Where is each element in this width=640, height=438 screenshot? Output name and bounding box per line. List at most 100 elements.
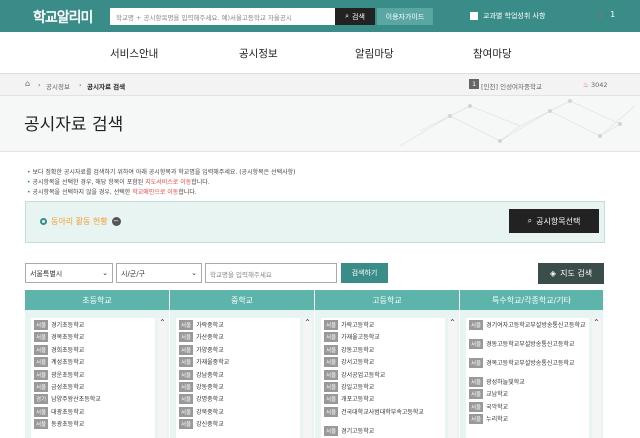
network-decoration <box>399 99 636 147</box>
page-header: 공시자료 검색 <box>0 96 640 152</box>
region-badge: 서울 <box>179 419 194 430</box>
region-badge: 서울 <box>324 332 339 343</box>
chevron-down-icon: ⌄ <box>102 269 108 277</box>
region-badge: 서울 <box>324 369 339 380</box>
school-list-item[interactable]: 서울 강서공업고등학교 <box>324 369 442 382</box>
school-name: 강서공업고등학교 <box>341 371 386 379</box>
remove-icon[interactable]: − <box>111 217 121 226</box>
school-tag: 1 <box>469 79 480 89</box>
region-badge: 서울 <box>469 320 484 330</box>
nav-notice[interactable]: 알림마당 <box>355 46 394 61</box>
home-icon[interactable]: ⌂ <box>25 79 30 88</box>
region-badge: 서울 <box>34 419 49 430</box>
nav-participate[interactable]: 참여마당 <box>473 46 512 61</box>
user-guide-button[interactable]: 이용자가이드 <box>377 8 433 25</box>
district-select[interactable]: 시/군/구 ⌄ <box>116 263 202 283</box>
radio-icon <box>40 218 47 225</box>
map-icon: ◈ <box>549 269 557 278</box>
school-list-item[interactable]: 서울 가재울중학교 <box>179 357 297 369</box>
search-icon: ⌕ <box>345 12 350 20</box>
school-list-item[interactable]: 서울 경동고등학교부설방송통신고등학교 <box>469 339 586 358</box>
school-name: 경기고등학교 <box>341 427 375 435</box>
region-badge: 서울 <box>469 358 484 368</box>
region-badge: 서울 <box>34 369 49 380</box>
select-item-button[interactable]: ⌕ 공시항목선택 <box>509 209 599 233</box>
school-list-item[interactable]: 서울 가락고등학교 <box>324 320 442 332</box>
school-list-item[interactable]: 서울 동광초등학교 <box>34 419 152 431</box>
school-list-item[interactable]: 서울 가락중학교 <box>179 320 297 332</box>
school-list-item[interactable]: 서울 강동중학교 <box>179 381 297 394</box>
search-submit-button[interactable]: 검색하기 <box>341 263 388 283</box>
school-list-item[interactable]: 서울 가산중학교 <box>179 332 297 344</box>
scrollbar[interactable]: ⌃ <box>592 318 601 438</box>
school-list-item[interactable]: 서울 강남중학교 <box>179 369 297 382</box>
region-badge: 서울 <box>179 344 194 355</box>
breadcrumb: ⌂ › 공시정보 › 공시자료 검색 1 [인천] 인성여자중학교 ♨ 3042 <box>0 74 640 96</box>
region-badge: 서울 <box>179 394 194 405</box>
school-name: 금성초등학교 <box>51 383 85 391</box>
search-button[interactable]: ⌕ 검색 <box>335 8 375 25</box>
notice-list: 보다 정확한 공시자료를 검색하기 위하여 아래 공시항목과 학교명을 입력해주… <box>27 168 295 198</box>
scrollbar[interactable]: ⌃ <box>158 318 167 438</box>
school-list-item[interactable]: 서울 교남학교 <box>469 389 586 401</box>
school-name: 경복고등학교부설방송통신고등학교 <box>486 360 575 367</box>
school-list-item[interactable]: 서울 강서고등학교 <box>324 357 442 369</box>
school-name: 개포고등학교 <box>341 396 375 404</box>
map-search-button[interactable]: ◈ 지도 검색 <box>538 263 604 284</box>
current-school[interactable]: [인천] 인성여자중학교 <box>481 81 542 91</box>
school-list-item[interactable]: 서울 경복고등학교부설방송통신고등학교 <box>469 358 586 377</box>
school-list-item[interactable]: 서울 광운초등학교 <box>34 369 152 382</box>
school-list-item[interactable]: 서울 경기초등학교 <box>34 320 152 332</box>
school-name: 가재울고등학교 <box>341 334 380 342</box>
school-list-item[interactable]: 서울 가재울고등학교 <box>324 332 442 344</box>
region-badge: 서울 <box>179 357 194 368</box>
school-list-item[interactable]: 서울 금성초등학교 <box>34 381 152 394</box>
school-name: 강신중학교 <box>196 421 224 429</box>
school-list-item[interactable]: 서울 경기여자고등학교부설방송통신고등학교 <box>469 320 586 339</box>
chart-icon <box>470 12 478 20</box>
scrollbar[interactable]: ⌃ <box>448 318 457 438</box>
school-name: 건국대학교사범대학부속고등학교 <box>341 408 424 416</box>
school-list-item[interactable]: 서울 개포고등학교 <box>324 394 442 406</box>
school-list-item[interactable]: 서울 광성하늘빛학교 <box>469 377 586 389</box>
school-list-item[interactable]: 경기 남양주왕산초등학교 <box>34 394 152 406</box>
region-badge: 서울 <box>179 332 194 343</box>
school-list-item[interactable]: 서울 누리학교 <box>469 414 586 426</box>
notification[interactable]: ♨ 1 <box>597 10 615 19</box>
nav-disclosure[interactable]: 공시정보 <box>239 46 278 61</box>
school-list-item[interactable]: 서울 강북중학교 <box>179 406 297 419</box>
site-logo[interactable]: 학교알리미 <box>33 7 93 27</box>
school-list-item[interactable]: 서울 대광초등학교 <box>34 406 152 419</box>
search-icon: ⌕ <box>527 216 533 225</box>
school-name: 가산중학교 <box>196 334 224 342</box>
notice-item: 보다 정확한 공시자료를 검색하기 위하여 아래 공시항목과 학교명을 입력해주… <box>27 168 295 178</box>
school-list-item[interactable]: 서울 강일고등학교 <box>324 381 442 394</box>
school-name: 강동중학교 <box>196 383 224 391</box>
region-badge: 서울 <box>324 425 339 436</box>
nav-service[interactable]: 서비스안내 <box>110 46 158 61</box>
school-list-item[interactable]: 서울 경복초등학교 <box>34 332 152 344</box>
crumb-disclosure[interactable]: 공시정보 <box>46 81 70 91</box>
school-list-item[interactable]: 서울 강동고등학교 <box>324 344 442 357</box>
column-high: 고등학교 서울 가락고등학교 서울 가재울고등학교 서울 강동고등학교 서울 강서고등학교 서울… <box>315 290 460 438</box>
region-select[interactable]: 서울특별시 ⌄ <box>25 263 113 283</box>
school-list-item[interactable]: 서울 건국대학교사범대학부속고등학교 <box>324 406 442 426</box>
search-input[interactable]: 학교명 + 공시항목명을 입력해주세요. 예)서울고등학교 자율공시 <box>110 8 335 25</box>
region-badge: 서울 <box>324 406 339 417</box>
school-list-item[interactable]: 서울 가양중학교 <box>179 344 297 357</box>
school-name: 교남학교 <box>486 391 509 399</box>
school-list-item[interactable]: 서울 경희초등학교 <box>34 344 152 357</box>
scrollbar[interactable]: ⌃ <box>303 318 312 438</box>
school-list-item[interactable]: 서울 강명중학교 <box>179 394 297 406</box>
school-name: 경기초등학교 <box>51 322 85 329</box>
school-list-item[interactable]: 서울 계성초등학교 <box>34 357 152 369</box>
school-name-input[interactable]: 학교명을 입력해주세요 <box>205 263 337 283</box>
region-badge: 서울 <box>469 339 484 349</box>
achievement-link[interactable]: 교과별 학업성취 사항 <box>470 11 545 21</box>
filter-panel: 동아리 활동 현황 − ⌕ 공시항목선택 <box>25 201 605 243</box>
school-list-item[interactable]: 서울 경기고등학교 <box>324 425 442 438</box>
school-list-item[interactable]: 서울 국악학교 <box>469 401 586 414</box>
region-badge: 경기 <box>34 394 49 405</box>
school-name: 남양주왕산초등학교 <box>51 396 101 404</box>
school-list-item[interactable]: 서울 강신중학교 <box>179 419 297 431</box>
